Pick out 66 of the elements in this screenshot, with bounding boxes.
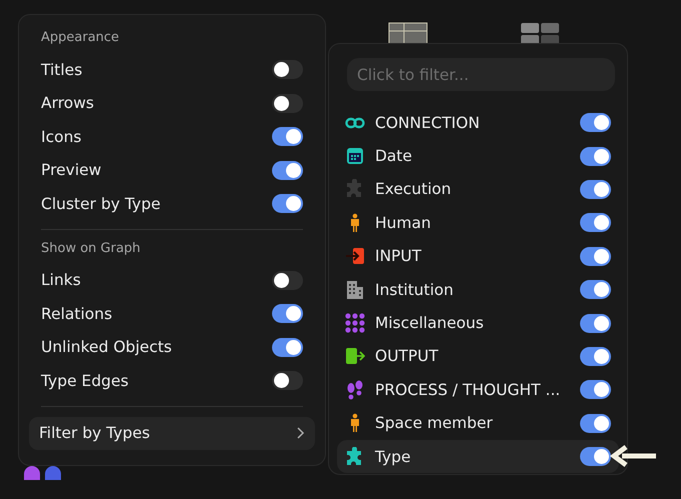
setting-label: Arrows (41, 94, 94, 112)
toggle-switch[interactable] (580, 380, 611, 400)
setting-label: Relations (41, 304, 112, 323)
type-row[interactable]: Institution (337, 272, 619, 306)
type-row[interactable]: Human (337, 206, 619, 240)
avatar-shape (45, 466, 61, 480)
type-label: Date (375, 147, 414, 166)
toggle-switch[interactable] (580, 246, 611, 266)
pointer-arrow-drawing (610, 444, 658, 468)
type-row[interactable]: Date (337, 139, 619, 173)
avatar-shape (24, 466, 40, 480)
type-row[interactable]: Type (337, 440, 619, 474)
toggle-switch[interactable] (272, 304, 303, 324)
toggle-switch[interactable] (272, 194, 303, 214)
type-row[interactable]: INPUT (337, 240, 619, 273)
type-label: Space member (375, 414, 494, 432)
toggle-switch[interactable] (580, 180, 611, 199)
toggle-switch[interactable] (580, 346, 611, 366)
toggle-switch[interactable] (580, 113, 611, 132)
calendar-icon (345, 146, 365, 166)
type-label: PROCESS / THOUGHT ... (375, 380, 562, 399)
type-label: Type (375, 448, 412, 466)
toggle-switch[interactable] (272, 60, 303, 80)
setting-label: Titles (41, 60, 82, 79)
type-row[interactable]: Space member (337, 406, 619, 440)
toggle-switch[interactable] (580, 280, 611, 300)
setting-label: Icons (41, 128, 82, 146)
toggle-switch[interactable] (580, 213, 611, 232)
toggle-switch[interactable] (272, 160, 303, 180)
type-label: Execution (375, 180, 452, 198)
type-row[interactable]: Miscellaneous (337, 306, 619, 340)
toggle-switch[interactable] (580, 146, 611, 166)
type-label: INPUT (375, 247, 422, 266)
type-label: OUTPUT (375, 347, 440, 366)
toggle-switch[interactable] (272, 270, 303, 290)
setting-label: Links (41, 271, 81, 290)
type-row[interactable]: OUTPUT (337, 340, 619, 374)
chevron-icon (297, 427, 305, 439)
filter-by-types-button[interactable]: Filter by Types (29, 416, 315, 450)
type-label: Miscellaneous (375, 314, 485, 332)
filter-field[interactable]: Click to filter... (347, 58, 615, 91)
type-label: Institution (375, 280, 454, 299)
toggle-switch[interactable] (272, 338, 303, 357)
section-heading: Show on Graph (40, 240, 142, 258)
type-label: Human (375, 214, 432, 232)
section-heading: Appearance (40, 29, 120, 47)
toggle-switch[interactable] (580, 414, 611, 433)
toggle-switch[interactable] (580, 314, 611, 333)
setting-label: Type Edges (41, 372, 129, 390)
exit-icon (345, 346, 365, 366)
toggle-switch[interactable] (272, 94, 303, 113)
toggle-switch[interactable] (272, 127, 303, 146)
dots-grid-icon (345, 313, 365, 334)
setting-label: Preview (41, 161, 102, 180)
toggle-switch[interactable] (580, 447, 611, 466)
table-thumbnail-icon (388, 22, 428, 46)
type-label: CONNECTION (375, 114, 481, 132)
type-row[interactable]: CONNECTION (337, 106, 619, 140)
type-row[interactable]: Execution (337, 172, 619, 206)
building-icon (345, 280, 365, 300)
toggle-switch[interactable] (272, 371, 303, 390)
enter-icon (345, 246, 365, 266)
type-row[interactable]: PROCESS / THOUGHT ... (337, 373, 619, 407)
setting-label: Unlinked Objects (41, 338, 172, 356)
footprints-icon (345, 380, 365, 400)
setting-label: Cluster by Type (41, 194, 160, 213)
